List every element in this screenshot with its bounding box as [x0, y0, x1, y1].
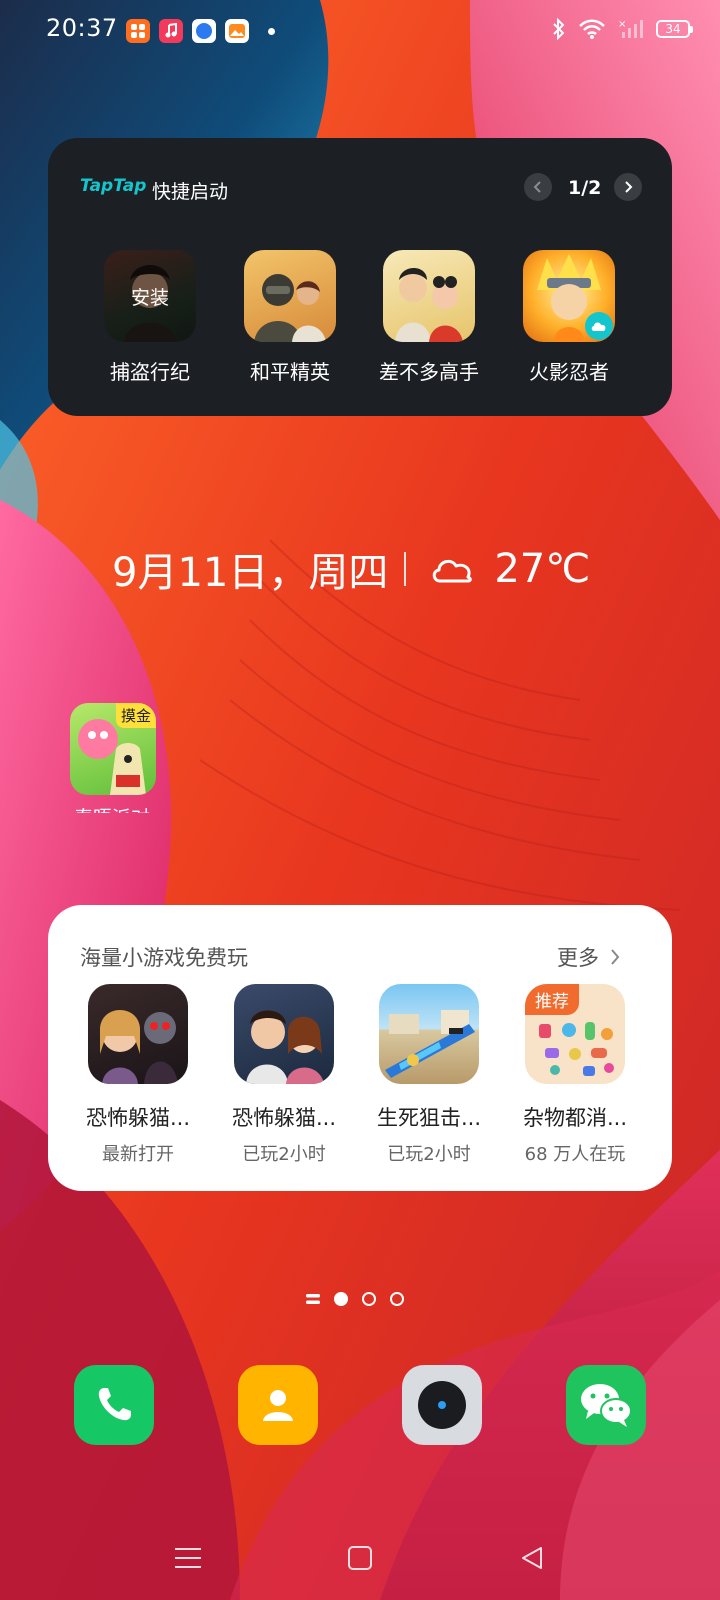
install-overlay: 安装	[104, 250, 196, 342]
wechat-icon	[581, 1384, 632, 1427]
home-icon	[348, 1546, 372, 1570]
page-dot	[362, 1292, 376, 1306]
game-icon	[379, 984, 479, 1084]
chevron-left-icon	[533, 181, 541, 193]
page-dot	[390, 1292, 404, 1306]
game-status: 最新打开	[102, 1144, 174, 1165]
taptap-game-2[interactable]: 和平精英	[225, 250, 355, 385]
mini-game-4[interactable]: 推荐 杂物都消... 68 万人在玩	[502, 984, 648, 1166]
game-icon	[88, 984, 188, 1084]
phone-icon	[98, 1388, 131, 1421]
game-name: 杂物都消...	[522, 1106, 628, 1130]
app-badge: 摸金	[115, 703, 156, 728]
game-icon: 推荐	[525, 984, 625, 1084]
status-time: 20:37	[46, 14, 118, 42]
game-label: 火影忍者	[529, 360, 609, 384]
taptap-game-1[interactable]: 安装 捕盗行纪	[85, 250, 215, 385]
recommended-badge: 推荐	[525, 984, 579, 1015]
battery-indicator: 34	[656, 20, 693, 38]
game-name: 生死狙击...	[376, 1106, 482, 1130]
back-icon	[522, 1547, 542, 1569]
svg-text:×: ×	[618, 19, 626, 30]
game-icon	[383, 250, 475, 342]
game-status: 已玩2小时	[387, 1144, 471, 1165]
chevron-right-icon	[611, 949, 620, 965]
phone-app[interactable]	[74, 1365, 154, 1445]
party-game-icon: 摸金	[70, 703, 156, 795]
mini-game-2[interactable]: 恐怖躲猫... 已玩2小时	[211, 984, 357, 1166]
cloud-play-badge	[585, 312, 613, 340]
notification-icons	[126, 19, 275, 43]
chevron-right-icon	[625, 181, 633, 193]
game-icon	[234, 984, 334, 1084]
cellular-signal-icon: ×	[618, 19, 643, 38]
game-label: 差不多高手	[379, 360, 479, 384]
previous-page-button[interactable]	[524, 173, 552, 201]
mini-game-1[interactable]: 恐怖躲猫... 最新打开	[65, 984, 211, 1166]
page-indicator[interactable]	[306, 1292, 404, 1306]
contacts-app[interactable]	[238, 1365, 318, 1445]
game-name: 恐怖躲猫...	[85, 1106, 191, 1130]
browser-icon	[192, 19, 216, 43]
cloud-icon	[591, 322, 606, 331]
bluetooth-icon	[553, 18, 565, 40]
more-notifications-dot	[268, 28, 275, 35]
date-weather-widget[interactable]: 9月11日，周四 27℃	[112, 540, 590, 598]
taptap-widget-title: 快捷启动	[152, 181, 229, 203]
taptap-game-3[interactable]: 差不多高手	[364, 250, 494, 385]
mini-games-title: 海量小游戏免费玩	[80, 946, 248, 970]
game-name: 恐怖躲猫...	[231, 1106, 337, 1130]
camera-icon	[418, 1381, 466, 1429]
more-label: 更多	[557, 946, 599, 970]
more-button[interactable]: 更多	[557, 942, 621, 972]
app-store-icon	[126, 19, 150, 43]
date-text: 9月11日，周四	[112, 550, 389, 596]
battery-level: 34	[665, 22, 681, 36]
menu-icon	[175, 1548, 201, 1568]
contacts-icon	[263, 1390, 293, 1421]
game-icon	[523, 250, 615, 342]
temperature: 27℃	[494, 546, 591, 592]
taptap-logo: TapTap	[80, 176, 147, 196]
page-dot-active	[334, 1292, 348, 1306]
status-bar: 20:37 × 34	[0, 0, 720, 64]
cloud-icon	[433, 559, 473, 583]
page-counter: 1/2	[568, 177, 602, 199]
wechat-app[interactable]	[566, 1365, 646, 1445]
app-icon-party-game[interactable]: 摸金 泰晤派对	[70, 703, 156, 813]
separator	[404, 552, 407, 586]
game-icon: 安装	[104, 250, 196, 342]
taptap-game-4[interactable]: 火影忍者	[504, 250, 634, 385]
home-screen: 20:37 × 34 TapTap 快捷启动 1/2 安装 捕盗行纪 和平精英 …	[0, 0, 720, 1600]
system-status: × 34	[552, 18, 693, 40]
drawer-indicator-icon	[306, 1294, 320, 1304]
gallery-icon	[225, 19, 249, 43]
music-icon	[159, 19, 183, 43]
mini-game-3[interactable]: 生死狙击... 已玩2小时	[356, 984, 502, 1166]
app-label: 泰晤派对	[74, 803, 150, 813]
game-status: 68 万人在玩	[524, 1144, 626, 1165]
home-button[interactable]	[340, 1538, 380, 1578]
game-label: 捕盗行纪	[110, 360, 190, 384]
camera-app[interactable]	[402, 1365, 482, 1445]
game-icon	[244, 250, 336, 342]
menu-button[interactable]	[168, 1538, 208, 1578]
game-label: 和平精英	[250, 360, 330, 384]
next-page-button[interactable]	[614, 173, 642, 201]
back-button[interactable]	[512, 1538, 552, 1578]
wifi-icon	[579, 19, 605, 39]
game-status: 已玩2小时	[242, 1144, 326, 1165]
